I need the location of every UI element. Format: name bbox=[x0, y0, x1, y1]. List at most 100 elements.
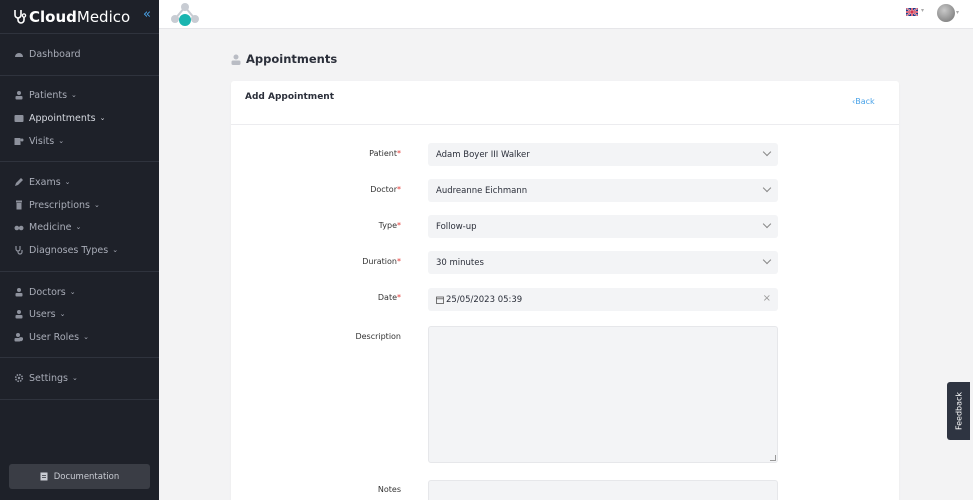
patient-select[interactable]: Adam Boyer III Walker bbox=[428, 143, 778, 166]
user-icon bbox=[15, 310, 23, 319]
chevron-down-icon: ⌄ bbox=[69, 288, 76, 296]
sidebar-item-label: Doctors bbox=[29, 286, 66, 298]
sidebar-item-label: Diagnoses Types bbox=[29, 244, 109, 256]
calendar-icon bbox=[436, 296, 444, 304]
brand-name-light: Medico bbox=[76, 8, 131, 26]
sidebar-item-appointments[interactable]: Appointments ⌄ bbox=[14, 110, 105, 126]
doctor-icon bbox=[15, 288, 23, 297]
add-appointment-card: Add Appointment ‹Back Patient* Adam Boye… bbox=[231, 81, 899, 500]
user-shield-icon bbox=[14, 333, 23, 342]
doctor-value: Audreanne Eichmann bbox=[436, 185, 528, 196]
required-mark: * bbox=[397, 185, 401, 194]
date-value: 25/05/2023 05:39 bbox=[446, 294, 523, 305]
sidebar-item-label: Visits bbox=[29, 135, 55, 147]
brand-logo[interactable]: Cloud Medico bbox=[12, 6, 130, 28]
sidebar-item-label: Patients bbox=[29, 89, 68, 101]
topbar: ▾ ▾ bbox=[159, 0, 973, 29]
sidebar-item-user-roles[interactable]: User Roles ⌄ bbox=[14, 329, 89, 345]
resize-handle-icon[interactable] bbox=[770, 455, 776, 461]
sidebar-divider bbox=[0, 399, 159, 400]
card-title: Add Appointment bbox=[245, 92, 335, 102]
type-value: Follow-up bbox=[436, 221, 477, 232]
date-label-text: Date bbox=[377, 293, 397, 302]
sidebar-item-label: Appointments bbox=[29, 112, 96, 124]
sidebar-item-label: Users bbox=[29, 308, 56, 320]
description-label-text: Description bbox=[355, 332, 401, 341]
type-select[interactable]: Follow-up bbox=[428, 215, 778, 238]
chevron-down-icon bbox=[762, 183, 772, 193]
chevron-down-icon: ⌄ bbox=[58, 137, 65, 145]
app-logo-icon[interactable] bbox=[168, 1, 202, 27]
appointments-icon bbox=[14, 115, 24, 122]
profile-chevron-icon[interactable]: ▾ bbox=[956, 9, 959, 16]
notes-label-text: Notes bbox=[377, 485, 401, 494]
required-mark: * bbox=[397, 257, 401, 266]
chevron-down-icon bbox=[762, 219, 772, 229]
chevron-down-icon bbox=[762, 147, 772, 157]
sidebar-item-doctors[interactable]: Doctors ⌄ bbox=[14, 284, 76, 300]
language-chevron-icon[interactable]: ▾ bbox=[921, 7, 924, 14]
sidebar-item-users[interactable]: Users ⌄ bbox=[14, 306, 65, 322]
clear-icon[interactable]: × bbox=[763, 293, 771, 304]
chevron-down-icon: ⌄ bbox=[71, 91, 77, 99]
required-mark: * bbox=[397, 149, 401, 158]
uk-flag-icon[interactable] bbox=[906, 8, 918, 16]
sidebar-divider bbox=[0, 75, 159, 76]
dashboard-icon bbox=[15, 53, 23, 57]
date-label: Date* bbox=[231, 293, 401, 302]
sidebar-item-dashboard[interactable]: Dashboard bbox=[14, 46, 81, 62]
documentation-button[interactable]: Documentation bbox=[9, 464, 150, 489]
user-icon bbox=[231, 54, 241, 65]
chevron-down-icon bbox=[762, 255, 772, 265]
documentation-label: Documentation bbox=[53, 471, 120, 482]
doctor-label: Doctor* bbox=[231, 185, 401, 194]
doctor-select[interactable]: Audreanne Eichmann bbox=[428, 179, 778, 202]
visits-icon bbox=[14, 138, 24, 145]
sidebar-divider bbox=[0, 33, 159, 34]
duration-label-text: Duration bbox=[362, 257, 397, 266]
sidebar-item-settings[interactable]: Settings ⌄ bbox=[14, 370, 78, 386]
page-title: Appointments bbox=[231, 52, 337, 66]
date-field[interactable]: 25/05/2023 05:39 × bbox=[428, 288, 778, 311]
doctor-label-text: Doctor bbox=[370, 185, 397, 194]
sidebar-item-label: Medicine bbox=[29, 221, 72, 233]
avatar[interactable] bbox=[937, 4, 955, 22]
description-textarea[interactable] bbox=[428, 326, 778, 463]
page-title-text: Appointments bbox=[246, 52, 338, 66]
stethoscope-icon bbox=[14, 10, 27, 24]
patient-label: Patient* bbox=[231, 149, 401, 158]
sidebar-item-visits[interactable]: Visits ⌄ bbox=[14, 133, 64, 149]
patients-icon bbox=[15, 91, 23, 100]
sidebar-item-exams[interactable]: Exams ⌄ bbox=[14, 174, 71, 190]
chevron-down-icon: ⌄ bbox=[64, 178, 71, 186]
feedback-tab[interactable]: Feedback bbox=[947, 382, 970, 440]
chevron-down-icon: ⌄ bbox=[112, 246, 119, 254]
sidebar-item-label: Dashboard bbox=[29, 48, 81, 60]
collapse-sidebar-icon[interactable]: « bbox=[140, 7, 154, 23]
duration-select[interactable]: 30 minutes bbox=[428, 251, 778, 274]
chevron-down-icon: ⌄ bbox=[83, 333, 89, 341]
description-label: Description bbox=[231, 332, 401, 341]
sidebar-item-patients[interactable]: Patients ⌄ bbox=[14, 87, 77, 103]
sidebar-item-diagnoses-types[interactable]: Diagnoses Types ⌄ bbox=[14, 242, 118, 258]
brand-name-bold: Cloud bbox=[29, 8, 77, 26]
notes-textarea[interactable] bbox=[428, 480, 778, 500]
sidebar-item-medicine[interactable]: Medicine ⌄ bbox=[14, 219, 81, 235]
chevron-down-icon: ⌄ bbox=[71, 374, 78, 382]
patient-label-text: Patient bbox=[369, 149, 397, 158]
sidebar: Cloud Medico « Dashboard Patients ⌄ Appoi… bbox=[0, 0, 159, 500]
notes-label: Notes bbox=[231, 485, 401, 494]
feedback-label: Feedback bbox=[954, 391, 963, 431]
sidebar-item-label: Settings bbox=[29, 372, 68, 384]
chevron-down-icon: ⌄ bbox=[94, 201, 100, 209]
sidebar-item-label: User Roles bbox=[29, 331, 80, 343]
sidebar-item-label: Prescriptions bbox=[29, 199, 90, 211]
type-label-text: Type bbox=[378, 221, 397, 230]
card-header: Add Appointment ‹Back bbox=[231, 81, 899, 125]
chevron-down-icon: ⌄ bbox=[59, 310, 66, 318]
back-link[interactable]: ‹Back bbox=[852, 97, 875, 106]
sidebar-item-prescriptions[interactable]: Prescriptions ⌄ bbox=[14, 197, 100, 213]
patient-value: Adam Boyer III Walker bbox=[436, 149, 530, 160]
pencil-icon bbox=[15, 178, 23, 186]
type-label: Type* bbox=[231, 221, 401, 230]
